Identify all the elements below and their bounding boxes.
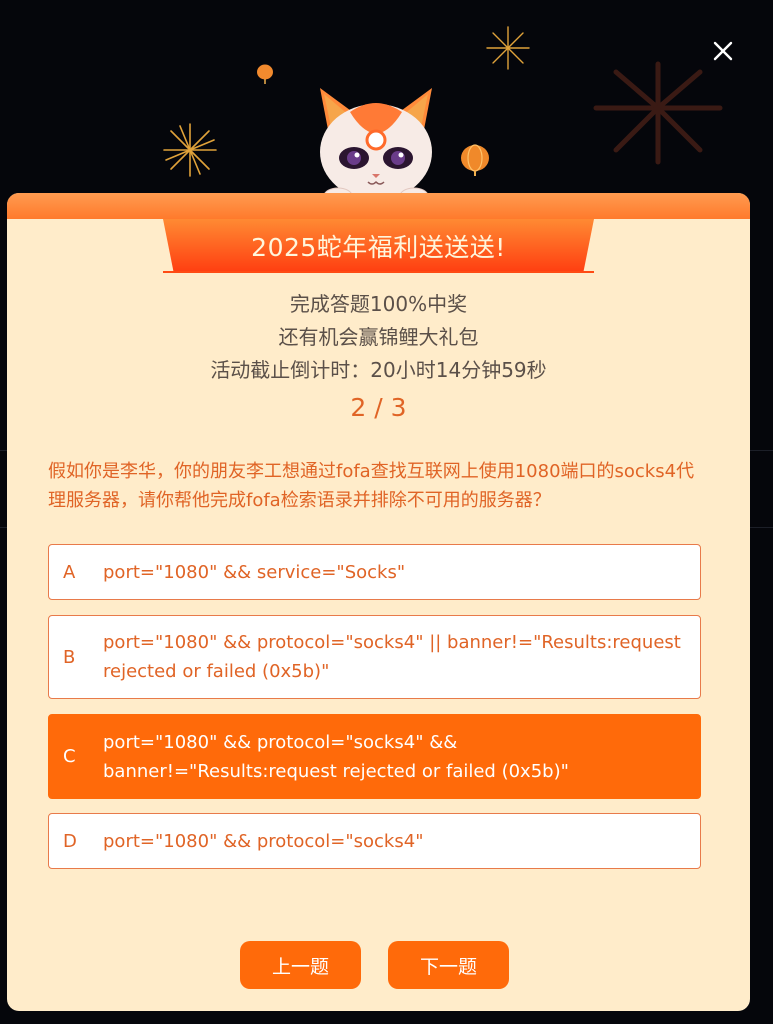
quiz-dialog: 2025蛇年福利送送送! 完成答题100%中奖 还有机会赢锦鲤大礼包 活动截止倒… — [7, 193, 750, 1011]
option-text: port="1080" && protocol="socks4" — [103, 830, 424, 852]
firework-icon — [163, 123, 217, 177]
question-progress: 2 / 3 — [350, 393, 407, 422]
next-question-button[interactable]: 下一题 — [388, 941, 509, 989]
firework-icon — [593, 61, 723, 165]
close-button[interactable] — [708, 36, 738, 66]
option-b[interactable]: B port="1080" && protocol="socks4" || ba… — [48, 615, 701, 699]
option-d[interactable]: D port="1080" && protocol="socks4" — [48, 813, 701, 869]
countdown-text: 活动截止倒计时：20小时14分钟59秒 — [210, 358, 547, 382]
close-icon — [713, 41, 733, 61]
dialog-top-bar — [7, 193, 750, 219]
option-a[interactable]: A port="1080" && service="Socks" — [48, 544, 701, 600]
lantern-icon — [257, 64, 273, 84]
option-text: port="1080" && protocol="socks4" || bann… — [103, 632, 681, 682]
lantern-icon — [461, 144, 489, 176]
option-letter: C — [63, 746, 76, 767]
question-text: 假如你是李华，你的朋友李工想通过fofa查找互联网上使用1080端口的socks… — [48, 461, 695, 511]
fox-mascot-icon — [320, 88, 432, 205]
option-text: port="1080" && service="Socks" — [103, 561, 406, 583]
option-letter: B — [63, 646, 76, 668]
option-letter: D — [63, 830, 77, 852]
option-c[interactable]: C port="1080" && protocol="socks4" && ba… — [48, 714, 701, 799]
option-text: port="1080" && protocol="socks4" && bann… — [103, 731, 569, 782]
dialog-title: 2025蛇年福利送送送! — [251, 233, 506, 262]
firework-icon — [486, 26, 530, 70]
banner-underline — [163, 271, 594, 273]
promo-line: 还有机会赢锦鲤大礼包 — [278, 325, 479, 349]
option-letter: A — [63, 561, 76, 583]
prev-question-button[interactable]: 上一题 — [240, 941, 361, 989]
title-banner: 2025蛇年福利送送送! — [163, 219, 594, 273]
promo-line: 完成答题100%中奖 — [289, 292, 468, 316]
